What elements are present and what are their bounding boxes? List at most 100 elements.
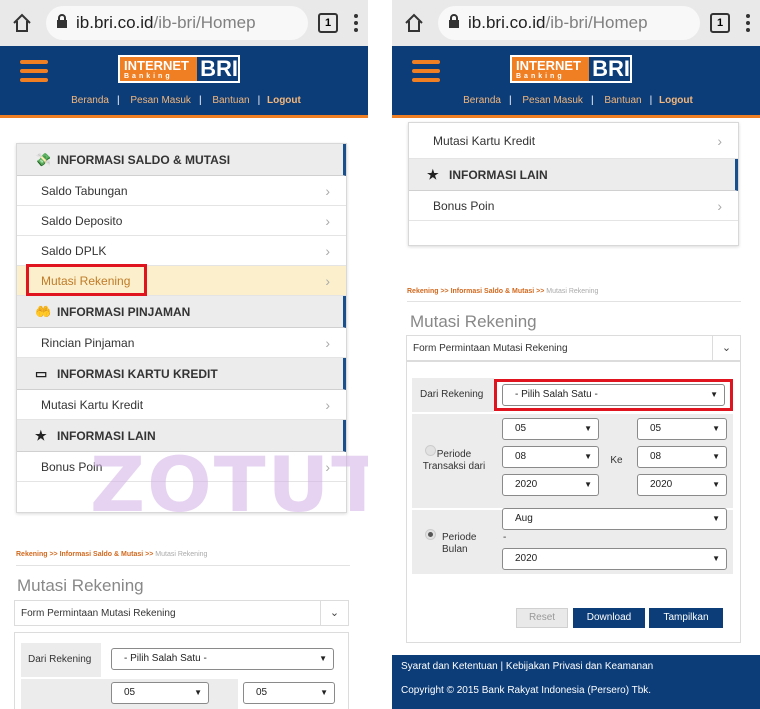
tab-count-button[interactable]: 1 — [710, 13, 730, 33]
highlight-box — [494, 379, 733, 411]
star-icon: ★ — [35, 427, 47, 443]
divider — [407, 301, 741, 302]
menu-item-bonus-poin[interactable]: Bonus Poin › — [17, 452, 346, 482]
ke-cell — [213, 679, 238, 709]
nav-pesan-masuk[interactable]: Pesan Masuk — [130, 95, 191, 106]
periode-bulan-label: Periode Bulan — [442, 532, 477, 555]
to-year-select[interactable]: 2020 ▼ — [637, 474, 727, 496]
top-nav: Beranda | Pesan Masuk | Bantuan | Logout — [463, 95, 693, 106]
bri-logo: INTERNET Banking BRI — [118, 55, 240, 83]
side-menu-scrolled: Mutasi Kartu Kredit › ★ INFORMASI LAIN Bon… — [408, 122, 739, 246]
loan-icon: 🤲 — [35, 303, 52, 319]
periode-label-cell — [21, 679, 101, 709]
periode-transaksi-label: Periode Transaksi dari — [422, 449, 486, 472]
breadcrumb: Rekening >> Informasi Saldo & Mutasi >> … — [407, 288, 599, 295]
hamburger-icon[interactable] — [20, 60, 48, 87]
top-nav: Beranda | Pesan Masuk | Bantuan | Logout — [71, 95, 301, 106]
from-day-select[interactable]: 05 ▼ — [502, 418, 599, 440]
tab-count-button[interactable]: 1 — [318, 13, 338, 33]
url-path: /ib-bri/Homep — [545, 13, 648, 32]
more-menu-icon[interactable] — [744, 14, 752, 32]
section-pinjaman: 🤲 INFORMASI PINJAMAN — [17, 296, 346, 328]
right-screenshot: ib.bri.co.id/ib-bri/Homep 1 INTERNET Bank… — [392, 0, 760, 709]
menu-item-bonus-poin[interactable]: Bonus Poin › — [409, 191, 738, 221]
menu-item-rincian-pinjaman[interactable]: Rincian Pinjaman › — [17, 328, 346, 358]
ke-label: Ke — [604, 414, 629, 508]
chevron-down-icon[interactable]: ⌄ — [712, 336, 740, 360]
breadcrumb: Rekening >> Informasi Saldo & Mutasi >> … — [16, 551, 208, 558]
chevron-right-icon: › — [325, 396, 330, 413]
tampilkan-button[interactable]: Tampilkan — [649, 608, 723, 628]
menu-item-mutasi-kartu-kredit[interactable]: Mutasi Kartu Kredit › — [17, 390, 346, 420]
page-title: Mutasi Rekening — [410, 312, 537, 331]
bulan-dash: - — [503, 532, 507, 543]
page-title: Mutasi Rekening — [17, 576, 144, 595]
nav-bantuan[interactable]: Bantuan — [212, 95, 249, 106]
footer-links[interactable]: Syarat dan Ketentuan | Kebijakan Privasi… — [401, 655, 760, 679]
more-menu-icon[interactable] — [352, 14, 360, 32]
url-host: ib.bri.co.id — [468, 13, 546, 32]
nav-logout[interactable]: Logout — [267, 95, 301, 106]
app-header: INTERNET Banking BRI Beranda | Pesan Masuk… — [392, 46, 760, 118]
url-bar[interactable]: ib.bri.co.id/ib-bri/Homep — [438, 6, 700, 40]
to-day-select[interactable]: 05 ▼ — [243, 682, 335, 704]
form-header[interactable]: Form Permintaan Mutasi Rekening ⌄ — [14, 600, 349, 626]
menu-item-saldo-tabungan[interactable]: Saldo Tabungan › — [17, 176, 346, 206]
url-path: /ib-bri/Homep — [153, 13, 256, 32]
form-header[interactable]: Form Permintaan Mutasi Rekening ⌄ — [406, 335, 741, 361]
side-menu: 💸 INFORMASI SALDO & MUTASI Saldo Tabungan… — [16, 143, 347, 513]
to-month-select[interactable]: 08 ▼ — [637, 446, 727, 468]
url-host: ib.bri.co.id — [76, 13, 154, 32]
chevron-right-icon: › — [325, 458, 330, 475]
chevron-right-icon: › — [717, 132, 722, 149]
dari-rekening-label: Dari Rekening — [412, 378, 494, 412]
chevron-down-icon[interactable]: ⌄ — [320, 601, 348, 625]
footer-copyright: Copyright © 2015 Bank Rakyat Indonesia (… — [401, 685, 652, 696]
chevron-right-icon: › — [325, 182, 330, 199]
bulan-select[interactable]: Aug ▼ — [502, 508, 727, 530]
nav-beranda[interactable]: Beranda — [71, 95, 109, 106]
chevron-right-icon: › — [325, 272, 330, 289]
nav-bantuan[interactable]: Bantuan — [604, 95, 641, 106]
menu-item-saldo-dplk[interactable]: Saldo DPLK › — [17, 236, 346, 266]
dari-rekening-select[interactable]: - Pilih Salah Satu - ▼ — [111, 648, 334, 670]
money-hand-icon: 💸 — [35, 151, 52, 167]
url-bar[interactable]: ib.bri.co.id/ib-bri/Homep — [46, 6, 308, 40]
left-screenshot: ib.bri.co.id/ib-bri/Homep 1 INTERNET Bank… — [0, 0, 368, 709]
from-day-select[interactable]: 05 ▼ — [111, 682, 209, 704]
from-year-select[interactable]: 2020 ▼ — [502, 474, 599, 496]
nav-beranda[interactable]: Beranda — [463, 95, 501, 106]
dari-rekening-label: Dari Rekening — [21, 643, 101, 677]
footer: Syarat dan Ketentuan | Kebijakan Privasi… — [392, 655, 760, 709]
chevron-right-icon: › — [325, 242, 330, 259]
to-day-select[interactable]: 05 ▼ — [637, 418, 727, 440]
nav-logout[interactable]: Logout — [659, 95, 693, 106]
divider — [16, 565, 350, 566]
section-saldo-mutasi: 💸 INFORMASI SALDO & MUTASI — [17, 144, 346, 176]
menu-item-mutasi-kartu-kredit[interactable]: Mutasi Kartu Kredit › — [409, 123, 738, 159]
highlight-box — [26, 264, 147, 296]
download-button[interactable]: Download — [573, 608, 645, 628]
chevron-right-icon: › — [325, 334, 330, 351]
browser-toolbar: ib.bri.co.id/ib-bri/Homep 1 — [392, 0, 760, 46]
bri-logo: INTERNET Banking BRI — [510, 55, 632, 83]
app-header: INTERNET Banking BRI Beranda | Pesan Masuk… — [0, 46, 368, 118]
credit-card-icon: ▭ — [35, 365, 48, 381]
section-kartu-kredit: ▭ INFORMASI KARTU KREDIT — [17, 358, 346, 390]
section-info-lain: ★ INFORMASI LAIN — [409, 159, 738, 191]
tahun-select[interactable]: 2020 ▼ — [502, 548, 727, 570]
lock-icon — [448, 13, 460, 33]
star-icon: ★ — [427, 166, 439, 182]
section-info-lain: ★ INFORMASI LAIN — [17, 420, 346, 452]
menu-item-saldo-deposito[interactable]: Saldo Deposito › — [17, 206, 346, 236]
from-month-select[interactable]: 08 ▼ — [502, 446, 599, 468]
hamburger-icon[interactable] — [412, 60, 440, 87]
nav-pesan-masuk[interactable]: Pesan Masuk — [522, 95, 583, 106]
home-icon[interactable] — [8, 9, 36, 37]
browser-toolbar: ib.bri.co.id/ib-bri/Homep 1 — [0, 0, 368, 46]
chevron-right-icon: › — [325, 212, 330, 229]
chevron-right-icon: › — [717, 197, 722, 214]
home-icon[interactable] — [400, 9, 428, 37]
reset-button[interactable]: Reset — [516, 608, 568, 628]
lock-icon — [56, 13, 68, 33]
